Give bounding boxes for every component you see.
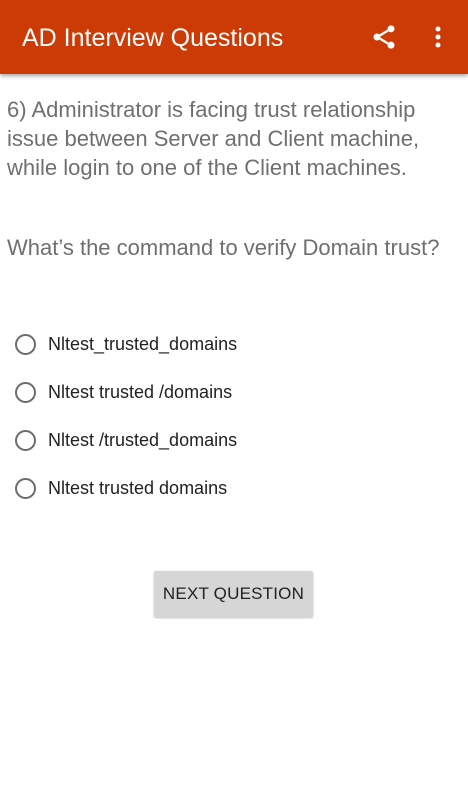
radio-button[interactable] — [15, 477, 36, 499]
answer-option-4[interactable]: Nltest trusted domains — [12, 464, 452, 512]
answer-options: Nltest_trusted_domains Nltest trusted /d… — [12, 320, 452, 512]
share-icon — [373, 25, 395, 49]
overflow-menu-button[interactable] — [420, 17, 456, 57]
answer-option-1[interactable]: Nltest_trusted_domains — [12, 320, 452, 368]
share-button[interactable] — [364, 17, 404, 57]
next-question-button[interactable]: NEXT QUESTION — [154, 571, 313, 617]
more-vert-icon — [435, 26, 441, 48]
answer-option-3[interactable]: Nltest /trusted_domains — [12, 416, 452, 464]
radio-button[interactable] — [15, 333, 36, 355]
question-text: 6) Administrator is facing trust relatio… — [7, 97, 420, 180]
option-label: Nltest_trusted_domains — [48, 333, 238, 354]
app-title: AD Interview Questions — [22, 24, 284, 52]
app-bar: AD Interview Questions — [0, 0, 468, 74]
option-label: Nltest /trusted_domains — [48, 429, 238, 450]
question-prompt: What’s the command to verify Domain trus… — [7, 235, 440, 260]
answer-option-2[interactable]: Nltest trusted /domains — [12, 368, 452, 416]
radio-button[interactable] — [15, 381, 36, 403]
option-label: Nltest trusted /domains — [48, 381, 233, 402]
option-label: Nltest trusted domains — [48, 477, 228, 498]
radio-button[interactable] — [15, 429, 36, 451]
